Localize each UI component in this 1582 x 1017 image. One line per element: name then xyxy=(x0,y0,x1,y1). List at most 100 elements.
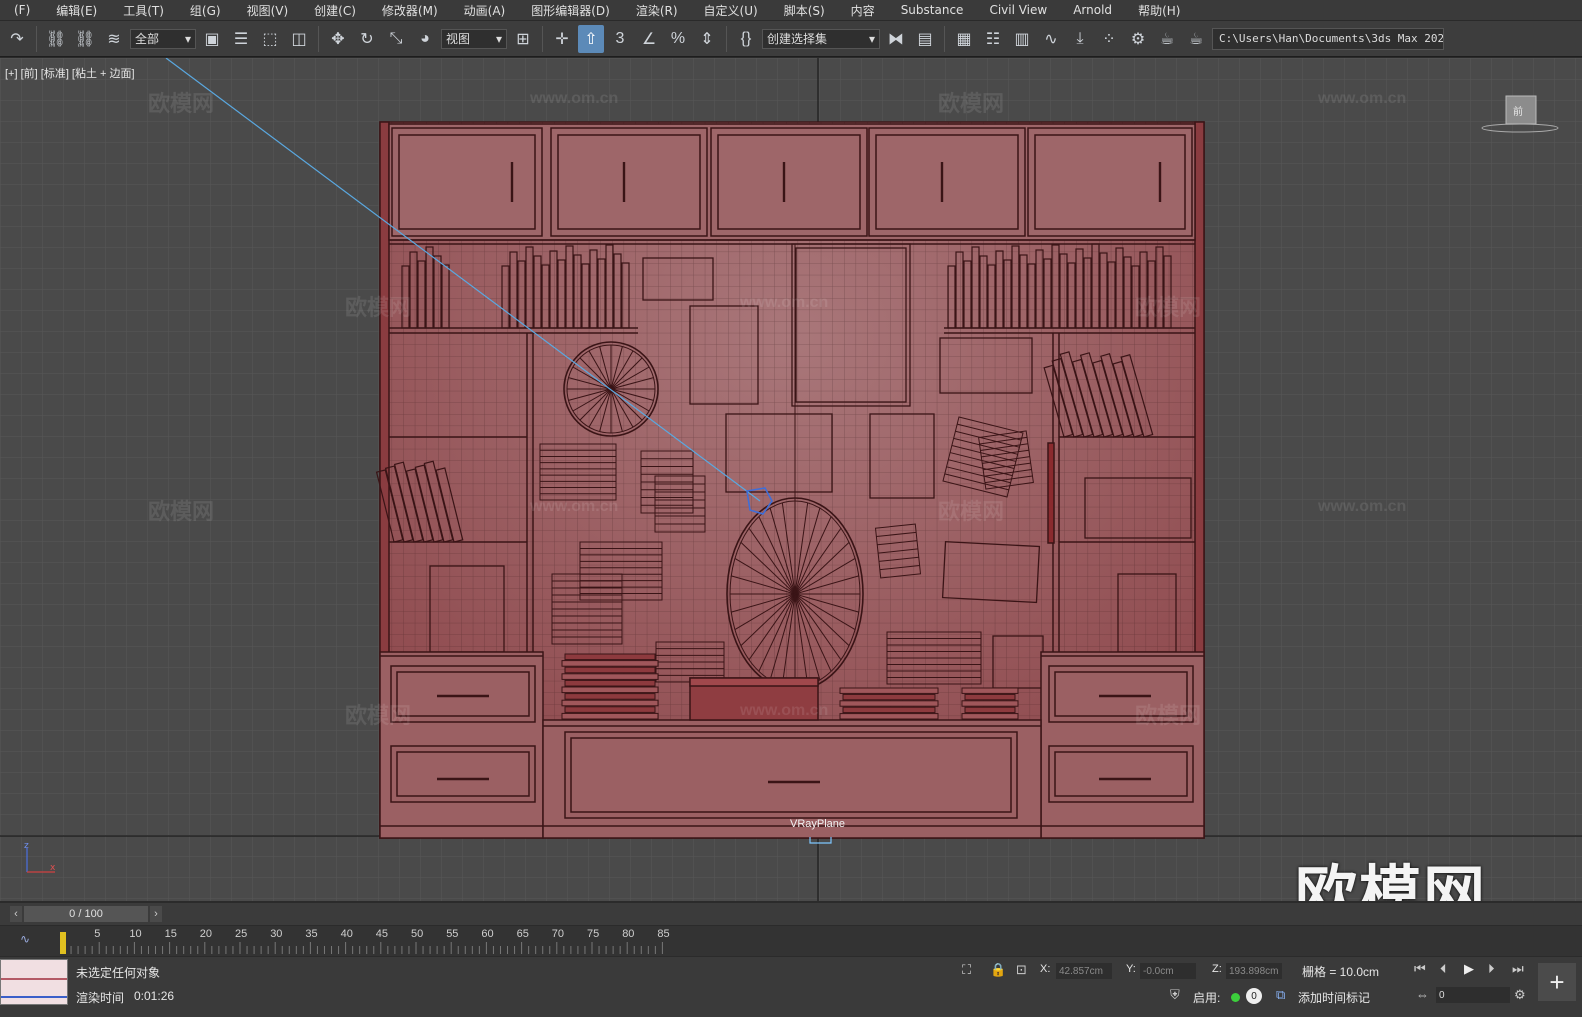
menu-item[interactable]: 视图(V) xyxy=(233,2,301,19)
viewport-canvas[interactable]: z x 前 xyxy=(0,58,1582,901)
select-by-name-icon[interactable]: ☰ xyxy=(228,25,254,53)
x-label: X: xyxy=(1040,963,1051,975)
toggle-ribbon-icon[interactable]: ▥ xyxy=(1009,25,1035,53)
menu-item[interactable]: 编辑(E) xyxy=(42,2,109,19)
play-icon[interactable]: ▶ xyxy=(1464,961,1474,977)
toolbar-separator xyxy=(726,25,727,52)
key-mode-icon[interactable]: ⇔ xyxy=(1416,987,1429,1002)
scene-explorer-icon[interactable]: ▦ xyxy=(951,25,977,53)
menu-item[interactable]: 渲染(R) xyxy=(622,2,690,19)
rect-selection-icon[interactable]: ⬚ xyxy=(257,25,283,53)
time-prev-icon[interactable]: ‹ xyxy=(10,906,22,922)
select-object-icon[interactable]: ▣ xyxy=(199,25,225,53)
window-crossing-icon[interactable]: ◫ xyxy=(286,25,312,53)
align-icon[interactable]: ▤ xyxy=(912,25,938,53)
track-tick-label: 70 xyxy=(551,928,565,940)
selection-filter-value: 全部 xyxy=(135,32,160,46)
unlink-icon[interactable]: ⛓ xyxy=(72,25,98,53)
bookcase-model[interactable] xyxy=(375,121,1205,839)
link-icon[interactable]: ⛓ xyxy=(43,25,69,53)
time-slider-thumb[interactable]: 0 / 100 xyxy=(24,906,148,922)
viewport-label[interactable]: [+] [前] [标准] [粘土 + 边面] xyxy=(5,65,135,81)
menu-item[interactable]: Substance xyxy=(887,3,976,17)
layer-explorer-icon[interactable]: ☷ xyxy=(980,25,1006,53)
front-viewport[interactable]: z x 前 [+] [前] [标准] [粘土 + 边面] 欧模网 www.om.… xyxy=(0,58,1582,901)
bind-spacewarp-icon[interactable]: ≋ xyxy=(101,25,127,53)
isolate-selection-icon[interactable]: ⛶ xyxy=(962,962,971,978)
previous-frame-icon[interactable]: ⏴ xyxy=(1440,961,1447,977)
selection-status: 未选定任何对象 xyxy=(76,966,161,980)
curve-editor-icon[interactable]: ∿ xyxy=(1038,25,1064,53)
watermark-text: 欧模网 xyxy=(148,91,215,116)
go-to-start-icon[interactable]: ⏮ xyxy=(1414,961,1426,977)
menu-item[interactable]: 脚本(S) xyxy=(770,2,837,19)
time-tag-icon[interactable]: ⧉ xyxy=(1276,987,1285,1003)
place-icon[interactable]: ◕ xyxy=(412,25,438,53)
menu-item[interactable]: 内容 xyxy=(837,2,887,19)
toolbar-separator xyxy=(36,25,37,52)
menu-item[interactable]: 创建(C) xyxy=(300,2,368,19)
maxscript-listener-mini[interactable] xyxy=(0,959,68,1005)
redo-icon[interactable]: ↷ xyxy=(4,25,30,53)
menu-item[interactable]: 动画(A) xyxy=(450,2,518,19)
rendered-frame-window-icon[interactable]: ☕ xyxy=(1154,25,1180,53)
enable-count-badge[interactable]: 0 xyxy=(1246,988,1262,1004)
time-next-icon[interactable]: › xyxy=(150,906,162,922)
schematic-view-icon[interactable]: ⤓ xyxy=(1067,25,1093,53)
render-setup-icon[interactable]: ⚙ xyxy=(1125,25,1151,53)
percent-snap-icon[interactable]: % xyxy=(665,25,691,53)
project-path-field[interactable]: C:\Users\Han\Documents\3ds Max 2022 xyxy=(1212,27,1444,50)
watermark-url: www.om.cn xyxy=(530,90,619,107)
edit-named-sets-icon[interactable]: {} xyxy=(733,25,759,53)
selection-filter-dropdown[interactable]: 全部 ▾ xyxy=(130,28,196,49)
spinner-snap-icon[interactable]: ⇕ xyxy=(694,25,720,53)
toolbar-separator xyxy=(944,25,945,52)
y-label: Y: xyxy=(1126,963,1136,975)
lock-icon[interactable]: 🔒 xyxy=(990,962,1006,978)
y-coord-field[interactable]: -0.0cm xyxy=(1140,963,1196,979)
pivot-center-icon[interactable]: ⊞ xyxy=(510,25,536,53)
track-tick-label: 75 xyxy=(587,928,600,940)
select-manipulate-icon[interactable]: ✛ xyxy=(549,25,575,53)
stacked-book xyxy=(564,679,656,687)
render-production-icon[interactable]: ☕ xyxy=(1183,25,1209,53)
adaptive-degradation-icon[interactable]: ⛨ xyxy=(1170,987,1180,1003)
menu-item[interactable]: 修改器(M) xyxy=(368,2,450,19)
time-slider[interactable]: ‹ 0 / 100 › xyxy=(0,903,1582,925)
menu-item[interactable]: 图形编辑器(D) xyxy=(517,2,622,19)
go-to-end-icon[interactable]: ⏭ xyxy=(1512,961,1524,977)
menu-item[interactable]: 自定义(U) xyxy=(690,2,770,19)
menu-item[interactable]: 帮助(H) xyxy=(1124,2,1192,19)
menu-item[interactable]: 组(G) xyxy=(176,2,233,19)
material-editor-icon[interactable]: ⁘ xyxy=(1096,25,1122,53)
next-frame-icon[interactable]: ⏵ xyxy=(1488,961,1495,977)
menu-item[interactable]: Arnold xyxy=(1059,3,1124,17)
menu-item[interactable]: Civil View xyxy=(975,3,1059,17)
ref-coord-dropdown[interactable]: 视图 ▾ xyxy=(441,28,507,49)
watermark-text: 欧模网 xyxy=(345,703,412,728)
current-frame-field[interactable]: 0 xyxy=(1436,987,1510,1003)
transform-mode-icon[interactable]: ⊡ xyxy=(1016,962,1027,978)
z-coord-field[interactable]: 193.898cm xyxy=(1226,963,1282,979)
stacked-book xyxy=(564,693,656,700)
right-pole xyxy=(1047,442,1055,544)
keyboard-shortcut-override-icon[interactable]: ⇧ xyxy=(578,24,604,53)
mirror-icon[interactable]: ⧓ xyxy=(883,25,909,53)
rotate-icon[interactable]: ↻ xyxy=(354,25,380,53)
track-tick-label: 15 xyxy=(164,928,177,940)
status-bar: 未选定任何对象 渲染时间 0:01:26 ⛶ 🔒 ⊡ X: 42.857cm Y… xyxy=(0,957,1582,1017)
move-icon[interactable]: ✥ xyxy=(325,25,351,53)
current-frame-marker[interactable] xyxy=(60,932,66,954)
named-selection-set-dropdown[interactable]: 创建选择集 ▾ xyxy=(762,28,880,49)
x-coord-field[interactable]: 42.857cm xyxy=(1056,963,1112,979)
track-bar[interactable]: ∿ 5 10 15 20 25 30 35 40 45 50 55 60 65 70 75 80 85 xyxy=(0,926,1582,956)
time-config-icon[interactable]: ⚙ xyxy=(1514,987,1526,1003)
scale-icon[interactable]: ⤡ xyxy=(383,25,409,53)
add-time-tag[interactable]: 添加时间标记 xyxy=(1298,989,1370,1006)
snap-3d-icon[interactable]: 3 xyxy=(607,25,633,53)
zoom-plus-icon[interactable]: + xyxy=(1538,963,1576,1001)
menu-item[interactable]: (F) xyxy=(0,3,42,17)
wheel xyxy=(563,341,659,437)
menu-item[interactable]: 工具(T) xyxy=(109,2,176,19)
angle-snap-icon[interactable]: ∠ xyxy=(636,25,662,53)
